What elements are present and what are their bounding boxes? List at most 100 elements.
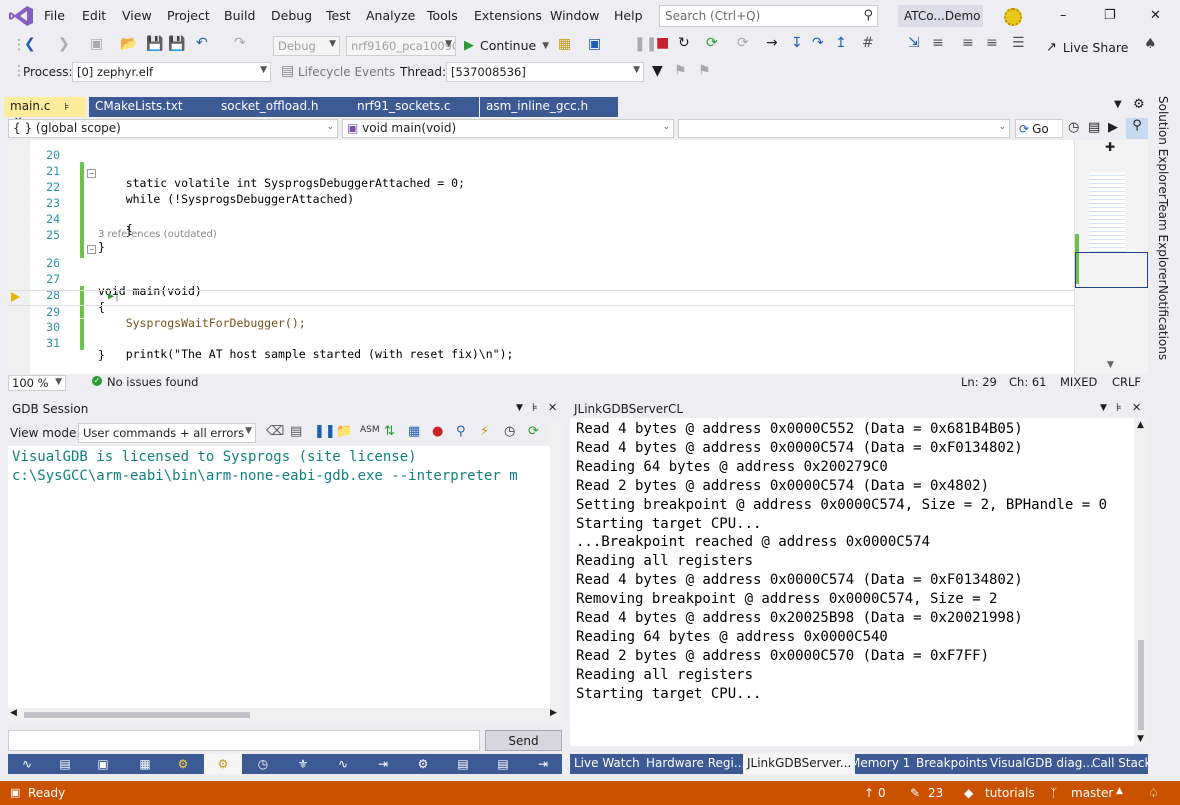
show-next-statement-icon[interactable]: → [766,35,778,51]
tool-tab-icon[interactable]: ▤ [484,754,522,774]
lightning-icon[interactable]: ⚡ [480,424,489,439]
run-to-click-icon[interactable]: ▶| [108,291,120,302]
registers-icon[interactable]: ▦ [408,424,420,439]
undo-icon[interactable]: ↶ [196,35,208,51]
restart-icon[interactable]: ↻ [678,35,690,51]
scroll-down-icon[interactable]: ▼ [1107,360,1114,370]
code-line[interactable]: 26 − void main(void) [8,242,1074,298]
menu-window[interactable]: Window [550,8,599,23]
arrow-up-icon[interactable]: ↑ [864,786,874,800]
tab-overflow-icon[interactable]: ▼ [1114,99,1122,110]
code-line[interactable]: 21 while (!SysprogsDebuggerAttached) [8,150,1074,206]
menu-debug[interactable]: Debug [271,8,312,23]
sync-icon[interactable]: ⇅ [384,424,395,439]
tab-solution-explorer[interactable]: Solution Explorer [1156,96,1170,199]
whitespace-mode[interactable]: MIXED [1060,375,1097,389]
codelens-references-hint[interactable]: 3 references (outdated) [98,229,217,240]
member-combo[interactable]: ⌄ [678,119,1010,138]
forward-icon[interactable]: ❯ [58,36,70,52]
tab-call-stack[interactable]: Call Stack [1088,754,1155,774]
tab-team-explorer[interactable]: Team Explorer [1156,199,1170,285]
code-line[interactable]: 23 } [8,182,1074,238]
scroll-left-icon[interactable]: ◀ [10,708,17,718]
column-indicator[interactable]: Ch: 61 [1009,375,1046,389]
refresh-green-icon[interactable]: ⟳ [706,35,718,51]
code-line[interactable]: 28 SysprogsWaitForDebugger(); [8,274,1074,330]
save-all-icon[interactable]: 💾 [168,36,185,52]
function-combo[interactable]: ▣ void main(void) ⌄ [342,119,674,138]
tab-visualgdb-diagnostics[interactable]: VisualGDB diag... [986,754,1098,774]
send-button[interactable]: Send [485,730,562,751]
tool-tab-icon[interactable]: ▤ [46,754,84,774]
tab-nrf91-sockets[interactable]: nrf91_sockets.c [351,97,479,117]
menu-edit[interactable]: Edit [82,8,106,23]
open-folder-icon[interactable]: 📂 [120,36,137,52]
flag-icon[interactable]: ⚑ [698,63,711,79]
scroll-down-icon[interactable]: ▼ [1137,734,1144,744]
feedback-gear-icon[interactable] [1004,8,1022,26]
view-mode-combo[interactable]: User commands + all errors ▼ [78,423,256,443]
tag-icon[interactable]: ▶ [1108,120,1118,135]
notification-bell-icon[interactable]: ♤ [1148,786,1159,800]
pending-changes-count[interactable]: 23 [928,786,943,800]
issues-label[interactable]: No issues found [107,375,198,389]
account-icon[interactable]: ♠ [1144,36,1157,52]
chevron-up-icon[interactable]: ▲ [1116,786,1123,796]
menu-help[interactable]: Help [614,8,643,23]
code-line[interactable]: 30 } [8,306,1074,362]
gdb-session-tab-icon[interactable]: ⚙ [204,754,242,774]
close-icon[interactable]: ✕ [1150,8,1161,23]
stop-icon[interactable]: ■ [656,35,669,51]
tool-tab-icon[interactable]: ⇥ [524,754,562,774]
breakpoint-icon[interactable]: ● [432,424,443,439]
menu-test[interactable]: Test [326,8,351,23]
platform-combo[interactable]: nrf9160_pca10090 ▼ [346,36,456,56]
tab-hardware-registers[interactable]: Hardware Regi... [642,754,749,774]
lifecycle-events-label[interactable]: Lifecycle Events [298,65,395,79]
lifecycle-events-icon[interactable]: ▤ [281,63,294,79]
bookmark-icon[interactable]: ☰ [1012,35,1025,51]
jlink-output[interactable]: Read 4 bytes @ address 0x0000C552 (Data … [570,418,1134,746]
step-into-icon[interactable]: ↧ [791,35,803,51]
refresh-icon[interactable]: ⟳ [528,424,539,439]
search-icon[interactable]: ⚲ [456,424,466,439]
settings-gear-icon[interactable]: ⚙ [1133,97,1145,112]
tab-breakpoints[interactable]: Breakpoints [912,754,991,774]
find-icon[interactable]: ⚲ [1126,118,1148,139]
minimize-icon[interactable]: – [1060,8,1067,23]
code-line[interactable]: 24 } [8,198,1074,254]
tab-cmakelists[interactable]: CMakeLists.txt [89,97,215,117]
tool-tab-icon[interactable]: ⚙ [404,754,442,774]
indent-icon[interactable]: ≡ [962,35,974,51]
menu-extensions[interactable]: Extensions [474,8,542,23]
tool-tab-icon[interactable]: ⚙ [164,754,202,774]
repository-name[interactable]: tutorials [985,786,1035,800]
folder-icon[interactable]: 📁 [336,424,352,439]
step-over-icon[interactable]: ↷ [812,35,824,51]
document-icon[interactable]: ▤ [1088,120,1100,135]
gdb-horizontal-scrollbar[interactable]: ◀ ▶ [8,708,562,722]
unpushed-count[interactable]: 0 [878,786,886,800]
tab-asm-inline-gcc[interactable]: asm_inline_gcc.h [480,97,618,117]
go-button[interactable]: ⟳ Go [1015,119,1063,138]
save-icon[interactable]: 💾 [146,36,163,52]
menu-file[interactable]: File [44,8,65,23]
step-out-icon[interactable]: ↥ [835,35,847,51]
pause-log-icon[interactable]: ❚❚ [314,424,336,439]
back-icon[interactable]: ❮ [24,36,36,52]
menu-build[interactable]: Build [224,8,255,23]
zoom-combo[interactable]: 100 % ▼ [8,375,66,391]
split-icon[interactable]: ✚ [1105,140,1115,154]
collapse-icon[interactable]: − [87,169,96,178]
tab-jlink-gdbserver[interactable]: JLinkGDBServer... [743,754,856,774]
jlink-vertical-scrollbar[interactable]: ▲ ▼ [1134,418,1148,746]
scroll-viewport[interactable] [1075,252,1148,288]
filter-icon[interactable]: ▼ [652,63,663,79]
process-combo[interactable]: [0] zephyr.elf ▼ [72,62,271,82]
gdb-vertical-scrollbar[interactable] [550,422,562,708]
menu-analyze[interactable]: Analyze [366,8,415,23]
code-line-current[interactable]: 29 ▶| printk("The AT host sample started… [8,290,1074,361]
code-editor[interactable]: 20 static volatile int SysprogsDebuggerA… [8,140,1074,374]
asm-icon[interactable]: ASM [360,425,380,435]
gdb-output[interactable]: VisualGDB is licensed to Sysprogs (site … [8,446,550,708]
